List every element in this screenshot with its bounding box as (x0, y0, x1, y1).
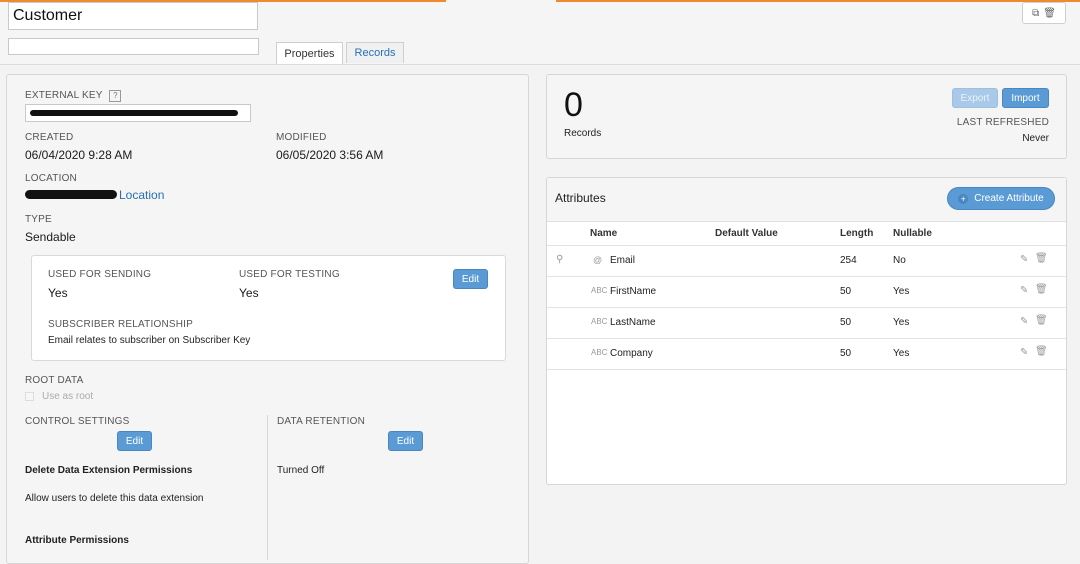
text-type-icon: ABC (591, 348, 608, 357)
pencil-icon[interactable]: ✎ (1020, 347, 1028, 358)
subscriber-relationship-value: Email relates to subscriber on Subscribe… (48, 335, 251, 346)
table-row[interactable]: ABC FirstName 50 Yes ✎ 🗑 (547, 277, 1066, 307)
text-type-icon: ABC (591, 286, 608, 295)
attribute-length: 254 (840, 255, 857, 266)
type-value: Sendable (25, 230, 76, 244)
table-row[interactable]: ⚲ @ Email 254 No ✎ 🗑 (547, 246, 1066, 276)
column-header-nullable[interactable]: Nullable (893, 228, 932, 239)
export-button[interactable]: Export (952, 88, 998, 108)
table-row[interactable]: ABC LastName 50 Yes ✎ 🗑 (547, 308, 1066, 338)
tab-properties[interactable]: Properties (276, 42, 343, 64)
trash-icon[interactable]: 🗑 (1035, 253, 1048, 264)
attributes-panel: Attributes + Create Attribute Name Defau… (546, 177, 1067, 485)
attribute-name: Email (610, 255, 636, 266)
tab-records[interactable]: Records (346, 42, 404, 63)
redacted-location (25, 190, 117, 199)
attribute-name: Company (610, 348, 653, 359)
text-type-icon: ABC (591, 317, 608, 326)
external-key-field[interactable] (25, 104, 251, 122)
properties-panel: EXTERNAL KEY ? CREATED 06/04/2020 9:28 A… (6, 74, 529, 564)
used-for-sending-label: USED FOR SENDING (48, 269, 152, 280)
column-header-length[interactable]: Length (840, 228, 873, 239)
last-refreshed-value: Never (1022, 133, 1049, 144)
primary-key-icon: ⚲ (556, 254, 564, 265)
trash-icon[interactable]: 🗑 (1035, 346, 1048, 357)
use-as-root-label: Use as root (42, 391, 94, 402)
top-bar: Properties Records ⧉ 🗑 (0, 0, 1080, 65)
column-header-default-value[interactable]: Default Value (715, 228, 778, 239)
table-row[interactable]: ABC Company 50 Yes ✎ 🗑 (547, 339, 1066, 369)
modified-value: 06/05/2020 3:56 AM (276, 148, 384, 162)
attribute-nullable: No (893, 255, 906, 266)
attribute-name: FirstName (610, 286, 657, 297)
import-button[interactable]: Import (1002, 88, 1049, 108)
attribute-length: 50 (840, 286, 852, 297)
used-for-sending-value: Yes (48, 286, 68, 300)
subscriber-relationship-label: SUBSCRIBER RELATIONSHIP (48, 319, 194, 330)
create-attribute-button[interactable]: + Create Attribute (947, 187, 1055, 210)
create-attribute-label: Create Attribute (974, 193, 1044, 204)
used-for-testing-label: USED FOR TESTING (239, 269, 340, 280)
help-icon[interactable]: ? (109, 90, 122, 102)
attribute-name: LastName (610, 317, 656, 328)
header-actions: ⧉ 🗑 (1022, 2, 1066, 24)
email-type-icon: @ (593, 255, 603, 265)
edit-sending-button[interactable]: Edit (453, 269, 488, 289)
created-value: 06/04/2020 9:28 AM (25, 148, 133, 162)
delete-permissions-title: Delete Data Extension Permissions (25, 465, 193, 476)
created-label: CREATED (25, 132, 74, 143)
attribute-nullable: Yes (893, 286, 910, 297)
pencil-icon[interactable]: ✎ (1020, 254, 1028, 265)
attributes-header: Attributes + Create Attribute (547, 178, 1066, 222)
attribute-nullable: Yes (893, 317, 910, 328)
modified-label: MODIFIED (276, 132, 327, 143)
copy-icon[interactable]: ⧉ (1032, 8, 1039, 19)
records-label: Records (564, 128, 602, 139)
root-data-label: ROOT DATA (25, 375, 84, 386)
edit-control-settings-button[interactable]: Edit (117, 431, 152, 451)
used-for-testing-value: Yes (239, 286, 259, 300)
external-key-label: EXTERNAL KEY ? (25, 90, 122, 102)
data-retention-label: DATA RETENTION (277, 416, 365, 427)
plus-icon: + (958, 193, 969, 204)
records-summary-panel: 0 Records Export Import LAST REFRESHED N… (546, 74, 1067, 159)
last-refreshed-label: LAST REFRESHED (956, 117, 1049, 128)
attribute-length: 50 (840, 348, 852, 359)
sendable-settings-box: USED FOR SENDING Yes USED FOR TESTING Ye… (31, 255, 506, 361)
divider (547, 369, 1066, 370)
attributes-title: Attributes (555, 191, 606, 205)
location-label: LOCATION (25, 173, 77, 184)
data-extension-name-input[interactable] (8, 2, 258, 30)
column-header-name[interactable]: Name (590, 228, 617, 239)
location-link[interactable]: Location (119, 188, 164, 202)
accent-line (556, 0, 1080, 2)
attribute-nullable: Yes (893, 348, 910, 359)
attribute-length: 50 (840, 317, 852, 328)
pencil-icon[interactable]: ✎ (1020, 316, 1028, 327)
attribute-permissions-title: Attribute Permissions (25, 535, 129, 546)
column-divider (267, 415, 268, 560)
redacted-key (30, 110, 238, 116)
trash-icon[interactable]: 🗑 (1043, 8, 1056, 19)
trash-icon[interactable]: 🗑 (1035, 284, 1048, 295)
description-input[interactable] (8, 38, 259, 55)
data-retention-value: Turned Off (277, 465, 325, 476)
control-settings-label: CONTROL SETTINGS (25, 416, 130, 427)
pencil-icon[interactable]: ✎ (1020, 285, 1028, 296)
type-label: TYPE (25, 214, 52, 225)
trash-icon[interactable]: 🗑 (1035, 315, 1048, 326)
use-as-root-checkbox[interactable] (25, 392, 34, 401)
edit-data-retention-button[interactable]: Edit (388, 431, 423, 451)
delete-permissions-text: Allow users to delete this data extensio… (25, 493, 204, 504)
record-count: 0 (564, 86, 583, 124)
